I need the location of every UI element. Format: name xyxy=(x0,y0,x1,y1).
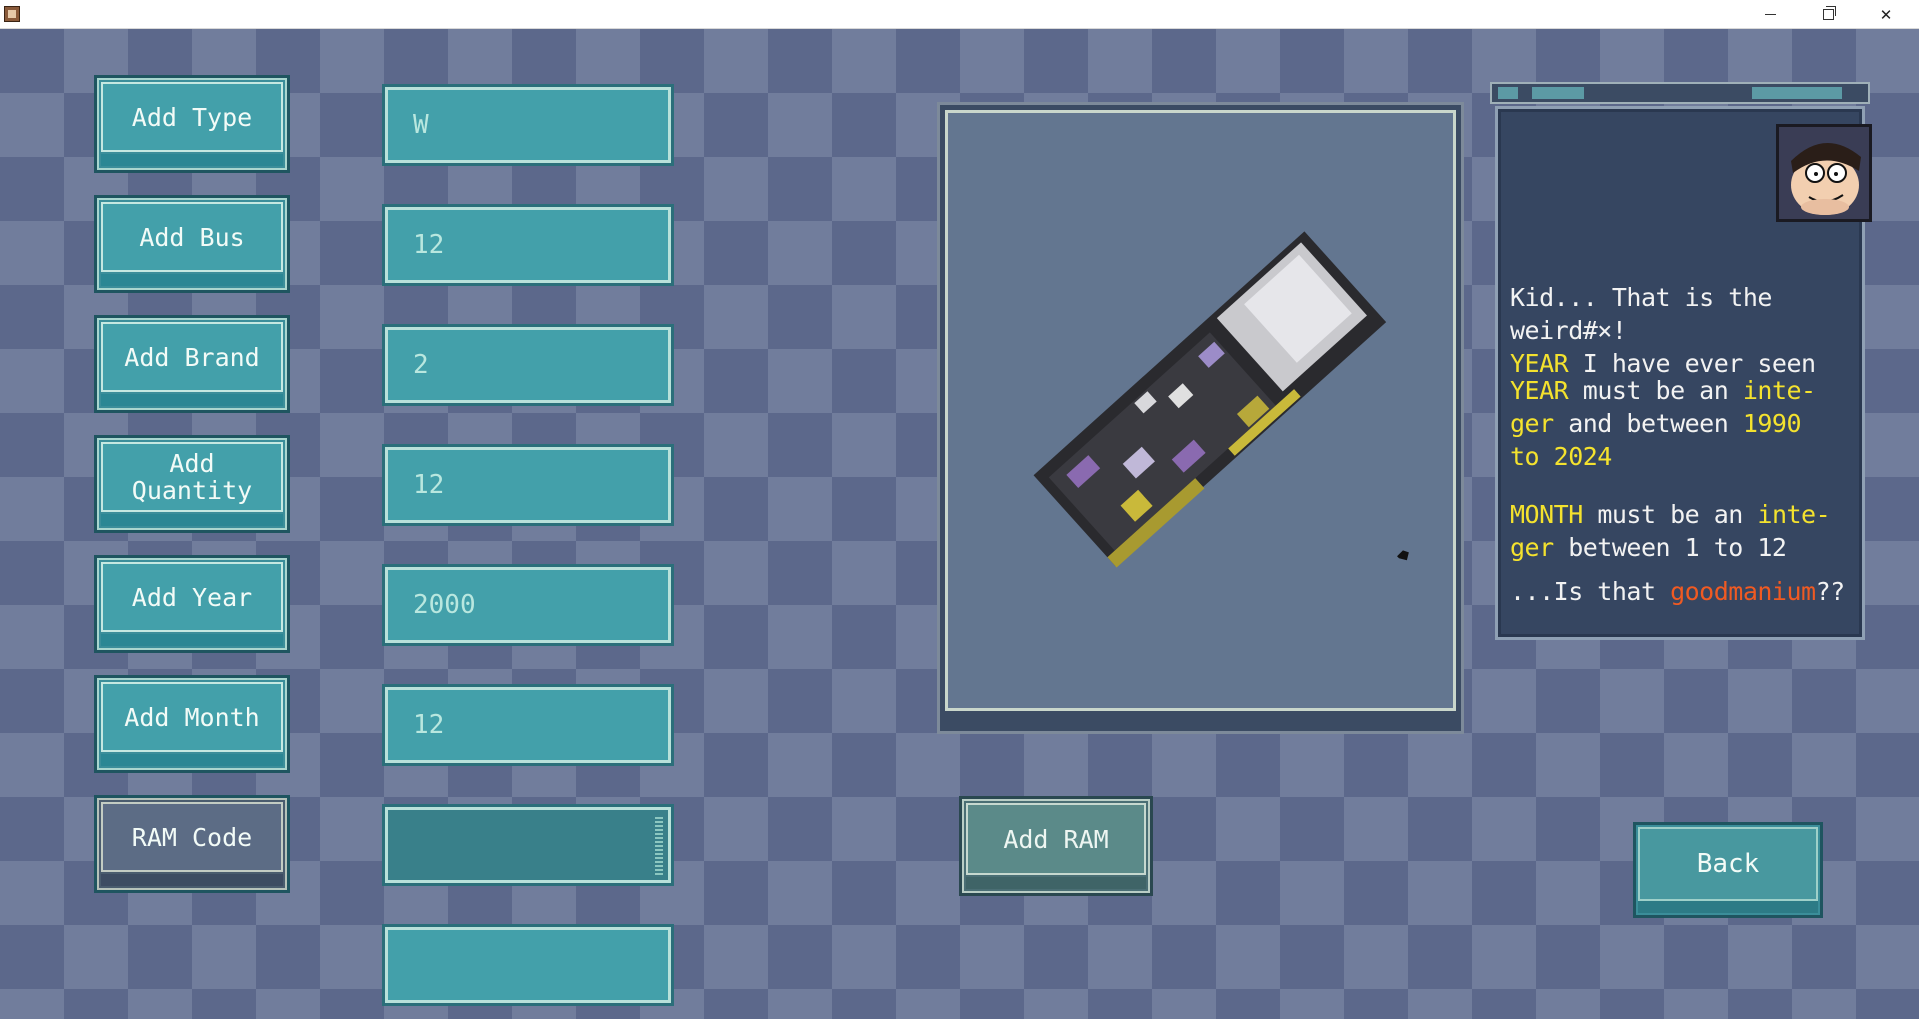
ram-code-label: RAM Code xyxy=(101,802,283,872)
ram-code-button[interactable]: RAM Code xyxy=(94,795,290,893)
add-month-button[interactable]: Add Month xyxy=(94,675,290,773)
dialog-header-bar xyxy=(1490,82,1870,104)
add-brand-label: Add Brand xyxy=(101,322,283,392)
add-bus-button[interactable]: Add Bus xyxy=(94,195,290,293)
type-value: W xyxy=(413,110,429,140)
extra-field[interactable] xyxy=(382,924,674,1006)
brand-field[interactable]: 2 xyxy=(382,324,674,406)
close-button[interactable]: ✕ xyxy=(1857,0,1915,29)
bus-field[interactable]: 12 xyxy=(382,204,674,286)
ram-code-field[interactable] xyxy=(382,804,674,886)
add-type-button[interactable]: Add Type xyxy=(94,75,290,173)
add-quantity-button[interactable]: Add Quantity xyxy=(94,435,290,533)
npc-portrait-avatar xyxy=(1776,124,1872,222)
month-value: 12 xyxy=(413,710,445,740)
back-button[interactable]: Back xyxy=(1633,822,1823,918)
year-field[interactable]: 2000 xyxy=(382,564,674,646)
maximize-button[interactable] xyxy=(1799,0,1857,29)
add-type-label: Add Type xyxy=(101,82,283,152)
bus-value: 12 xyxy=(413,230,445,260)
add-ram-label: Add RAM xyxy=(966,803,1146,875)
dialog-line-last: ...Is that goodmanium?? xyxy=(1510,577,1845,606)
add-brand-button[interactable]: Add Brand xyxy=(94,315,290,413)
app-icon xyxy=(4,6,20,22)
dialog-line-month: MONTH must be an inte- ger between 1 to … xyxy=(1510,500,1831,562)
ram-preview-panel xyxy=(937,102,1464,734)
close-icon: ✕ xyxy=(1879,5,1893,24)
dialog-line-1: Kid... That is the weird#×! YEAR I have … xyxy=(1510,283,1816,378)
ram-preview-frame xyxy=(945,110,1456,711)
back-label: Back xyxy=(1638,827,1818,901)
add-bus-label: Add Bus xyxy=(101,202,283,272)
year-value: 2000 xyxy=(413,590,476,620)
add-ram-button[interactable]: Add RAM xyxy=(959,796,1153,896)
month-field[interactable]: 12 xyxy=(382,684,674,766)
add-month-label: Add Month xyxy=(101,682,283,752)
type-field[interactable]: W xyxy=(382,84,674,166)
restore-icon xyxy=(1822,6,1836,20)
quantity-field[interactable]: 12 xyxy=(382,444,674,526)
minimize-icon xyxy=(1764,14,1776,15)
field-scroll-grip[interactable] xyxy=(655,815,663,875)
add-year-button[interactable]: Add Year xyxy=(94,555,290,653)
add-quantity-label: Add Quantity xyxy=(101,442,283,512)
minimize-button[interactable] xyxy=(1741,0,1799,29)
window-titlebar: ✕ xyxy=(0,0,1919,29)
quantity-value: 12 xyxy=(413,470,445,500)
dialog-line-year: YEAR must be an inte- ger and between 19… xyxy=(1510,376,1816,471)
brand-value: 2 xyxy=(413,350,429,380)
add-year-label: Add Year xyxy=(101,562,283,632)
ram-stick-image xyxy=(1033,231,1409,568)
